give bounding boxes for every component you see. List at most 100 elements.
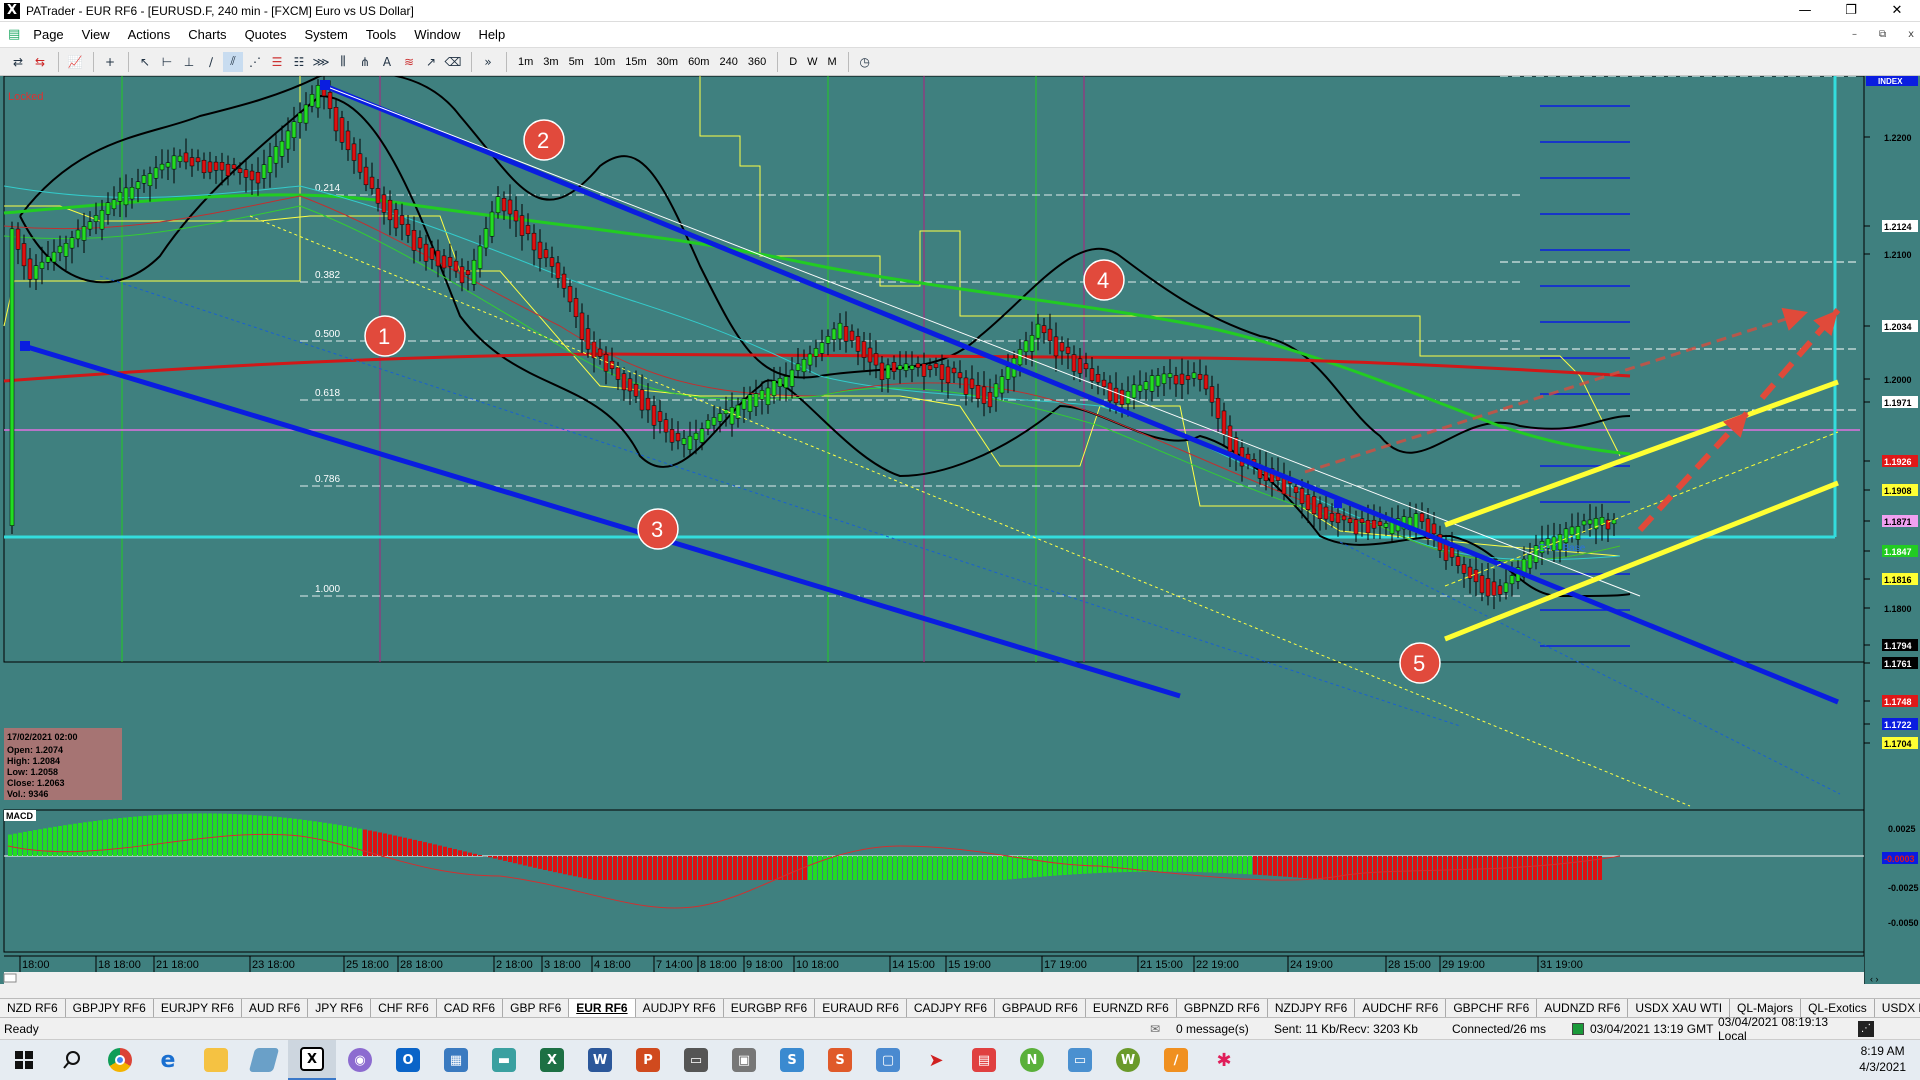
maximize-button[interactable]: ❐ (1828, 0, 1874, 22)
chart-menu-icon[interactable]: ▤ (0, 27, 24, 42)
file-explorer-icon[interactable] (192, 1040, 240, 1080)
excel-icon[interactable]: X (528, 1040, 576, 1080)
timeframe-240[interactable]: 240 (714, 56, 742, 68)
slack-icon[interactable]: ✱ (1200, 1040, 1248, 1080)
fib-extension-icon[interactable]: ☷ (289, 52, 309, 72)
text-icon[interactable]: A (377, 52, 397, 72)
tab-eurgbp-rf6[interactable]: EURGBP RF6 (724, 999, 816, 1017)
calculator-icon[interactable]: ▦ (432, 1040, 480, 1080)
tab-aud-rf6[interactable]: AUD RF6 (242, 999, 309, 1017)
tab-nzd-rf6[interactable]: NZD RF6 (0, 999, 66, 1017)
tab-euraud-rf6[interactable]: EURAUD RF6 (815, 999, 907, 1017)
sublime-icon[interactable]: ∕ (1152, 1040, 1200, 1080)
screenshot-app-icon[interactable]: ▣ (720, 1040, 768, 1080)
period-weekly[interactable]: W (802, 56, 822, 68)
mdi-close-button[interactable]: x (1908, 29, 1914, 40)
message-icon[interactable]: ✉ (1150, 1022, 1176, 1036)
outlook-icon[interactable]: O (384, 1040, 432, 1080)
swap-icon[interactable]: ⇆ (30, 52, 50, 72)
menu-charts[interactable]: Charts (179, 27, 235, 42)
snagit-icon[interactable]: S (768, 1040, 816, 1080)
fib-fan-icon[interactable]: ⋰ (245, 52, 265, 72)
tab-usdx-rf6[interactable]: USDX RF6 (1875, 999, 1920, 1017)
start-icon[interactable] (0, 1040, 48, 1080)
menu-page[interactable]: Page (24, 27, 72, 42)
timeframe-1m[interactable]: 1m (513, 56, 538, 68)
vm-app-icon[interactable]: ▭ (1056, 1040, 1104, 1080)
tab-audchf-rf6[interactable]: AUDCHF RF6 (1355, 999, 1447, 1017)
hline-icon[interactable]: ⊢ (157, 52, 177, 72)
tab-jpy-rf6[interactable]: JPY RF6 (308, 999, 372, 1017)
patrader-icon[interactable]: X (288, 1040, 336, 1080)
tab-audnzd-rf6[interactable]: AUDNZD RF6 (1537, 999, 1629, 1017)
timeframe-5m[interactable]: 5m (564, 56, 589, 68)
mdi-restore-button[interactable]: ⧉ (1879, 29, 1886, 40)
tab-cadjpy-rf6[interactable]: CADJPY RF6 (907, 999, 996, 1017)
menu-help[interactable]: Help (469, 27, 514, 42)
tab-audjpy-rf6[interactable]: AUDJPY RF6 (636, 999, 724, 1017)
pointer-icon[interactable]: ↖ (135, 52, 155, 72)
channel-icon[interactable]: ⫽ (223, 51, 243, 72)
w-app-icon[interactable]: W (1104, 1040, 1152, 1080)
bird-app-icon[interactable]: ➤ (912, 1040, 960, 1080)
mdi-minimize-button[interactable]: – (1852, 29, 1857, 40)
gann-icon[interactable]: ⋙ (311, 52, 331, 72)
notepad-app-icon[interactable]: ▤ (960, 1040, 1008, 1080)
time-zones-icon[interactable]: ⫼ (333, 52, 353, 72)
timeframe-360[interactable]: 360 (743, 56, 771, 68)
close-button[interactable]: ✕ (1874, 0, 1920, 22)
snagit-editor-icon[interactable]: S (816, 1040, 864, 1080)
edge-icon[interactable]: e (144, 1040, 192, 1080)
search-icon[interactable] (48, 1040, 96, 1080)
tab-eurnzd-rf6[interactable]: EURNZD RF6 (1086, 999, 1177, 1017)
menu-actions[interactable]: Actions (119, 27, 180, 42)
clock-icon[interactable]: ◷ (855, 52, 875, 72)
crosshair-icon[interactable]: + (100, 52, 120, 72)
chrome-icon[interactable] (96, 1040, 144, 1080)
chart-canvas[interactable]: Locked 0.214 0.382 0.500 0.618 0.786 1.000 17/0… (0, 76, 1920, 998)
chart-type-icon[interactable]: 📈 (65, 52, 85, 72)
chart-area[interactable]: Locked 0.214 0.382 0.500 0.618 0.786 1.000 17/0… (0, 76, 1920, 984)
tab-nzdjpy-rf6[interactable]: NZDJPY RF6 (1268, 999, 1356, 1017)
taskbar-clock[interactable]: 8:19 AM 4/3/2021 (1859, 1043, 1906, 1075)
open-icon[interactable]: ⇄ (8, 52, 28, 72)
tab-gbpnzd-rf6[interactable]: GBPNZD RF6 (1177, 999, 1268, 1017)
menu-quotes[interactable]: Quotes (236, 27, 296, 42)
messages-count[interactable]: 0 message(s) (1176, 1022, 1274, 1036)
tab-chf-rf6[interactable]: CHF RF6 (371, 999, 437, 1017)
vline-icon[interactable]: ⊥ (179, 52, 199, 72)
tab-gbpjpy-rf6[interactable]: GBPJPY RF6 (66, 999, 154, 1017)
menu-system[interactable]: System (295, 27, 356, 42)
tab-eur-rf6[interactable]: EUR RF6 (569, 999, 636, 1017)
powerpoint-icon[interactable]: P (624, 1040, 672, 1080)
tablet-app-icon[interactable] (240, 1040, 288, 1080)
arrow-draw-icon[interactable]: ↗ (421, 52, 441, 72)
tab-gbpchf-rf6[interactable]: GBPCHF RF6 (1446, 999, 1538, 1017)
fib-retracement-icon[interactable]: ☰ (267, 52, 287, 72)
more-tools-icon[interactable]: » (478, 52, 498, 72)
timeframe-10m[interactable]: 10m (589, 56, 620, 68)
tab-cad-rf6[interactable]: CAD RF6 (437, 999, 504, 1017)
tab-gbp-rf6[interactable]: GBP RF6 (503, 999, 570, 1017)
period-monthly[interactable]: M (823, 56, 842, 68)
word-icon[interactable]: W (576, 1040, 624, 1080)
remote-desktop-icon[interactable]: ▢ (864, 1040, 912, 1080)
timeframe-30m[interactable]: 30m (652, 56, 683, 68)
pitchfork-icon[interactable]: ⋔ (355, 52, 375, 72)
resize-grip-icon[interactable]: ⋰ (1858, 1020, 1874, 1037)
menu-window[interactable]: Window (405, 27, 469, 42)
period-daily[interactable]: D (784, 56, 802, 68)
tab-eurjpy-rf6[interactable]: EURJPY RF6 (154, 999, 242, 1017)
minimize-button[interactable]: — (1782, 0, 1828, 22)
menu-view[interactable]: View (73, 27, 119, 42)
camera-app-icon[interactable]: ◉ (336, 1040, 384, 1080)
money-app-icon[interactable]: ▬ (480, 1040, 528, 1080)
trendline-icon[interactable]: ∕ (201, 52, 221, 72)
timeframe-3m[interactable]: 3m (538, 56, 563, 68)
tab-usdx-xau-wti[interactable]: USDX XAU WTI (1628, 999, 1731, 1017)
delete-drawing-icon[interactable]: ⌫ (443, 52, 463, 72)
timeframe-60m[interactable]: 60m (683, 56, 714, 68)
evernote-icon[interactable]: N (1008, 1040, 1056, 1080)
menu-tools[interactable]: Tools (357, 27, 405, 42)
media-app-icon[interactable]: ▭ (672, 1040, 720, 1080)
